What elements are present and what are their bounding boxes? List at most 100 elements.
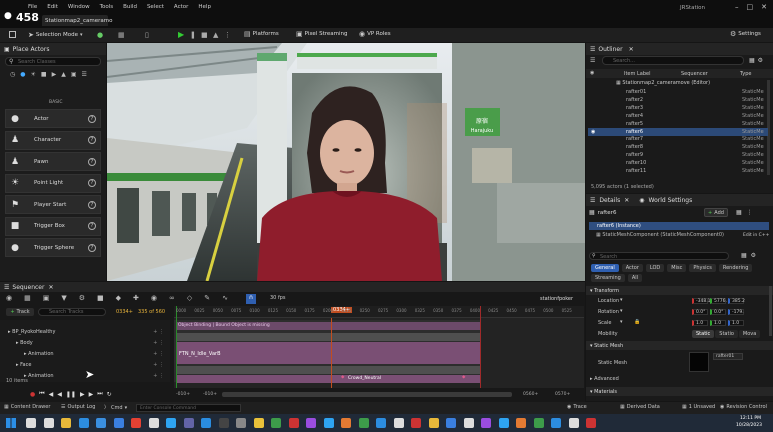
photoshop-icon[interactable] bbox=[166, 418, 176, 428]
app-icon[interactable] bbox=[341, 418, 351, 428]
all-classes-icon[interactable]: ☰ bbox=[81, 71, 86, 78]
close-icon[interactable]: ✕ bbox=[761, 3, 767, 11]
app-icon[interactable] bbox=[463, 418, 474, 428]
help-icon[interactable]: ? bbox=[88, 136, 96, 144]
play-options-icon[interactable]: ⋮ bbox=[224, 31, 231, 39]
settings-button[interactable]: ⚙ Settings bbox=[730, 30, 761, 38]
taskbar-date[interactable]: 10/28/2023 bbox=[736, 423, 762, 428]
outliner-root[interactable]: ▦ Stationmap2_cameramove (Editor) bbox=[616, 80, 710, 86]
edit-cpp-link[interactable]: Edit in C++ bbox=[743, 233, 769, 238]
track-search[interactable]: Search Tracks bbox=[38, 308, 106, 316]
menu-edit[interactable]: Edit bbox=[47, 4, 58, 10]
cinematics-icon[interactable]: ▯ bbox=[145, 31, 149, 39]
location-z-field[interactable]: 385.2 bbox=[728, 298, 745, 304]
search-icon[interactable] bbox=[26, 418, 36, 428]
materials-section-header[interactable]: ▾ Materials bbox=[586, 387, 773, 396]
record-icon[interactable]: ● bbox=[30, 391, 35, 398]
minimize-icon[interactable]: – bbox=[735, 3, 739, 11]
menu-build[interactable]: Build bbox=[123, 4, 137, 10]
range-end[interactable]: 0560+ bbox=[523, 392, 538, 397]
transform-section-header[interactable]: ▾ Transform bbox=[586, 286, 773, 295]
add-folder-icon[interactable]: ▦ bbox=[749, 57, 755, 64]
advanced-row[interactable]: ▸ Advanced bbox=[590, 376, 619, 382]
lights-icon[interactable]: ☀ bbox=[31, 71, 36, 78]
track-options-icon[interactable]: + ⋮ bbox=[153, 362, 164, 368]
next-key-icon[interactable]: ▶ bbox=[89, 391, 94, 398]
app-icon[interactable] bbox=[551, 418, 561, 428]
unreal-icon[interactable] bbox=[148, 418, 159, 428]
close-details-icon[interactable]: ✕ bbox=[624, 197, 629, 204]
details-tab[interactable]: Details bbox=[599, 197, 620, 204]
instance-row[interactable]: rafter6 (Instance) bbox=[589, 222, 769, 230]
tab-streaming[interactable]: Streaming bbox=[591, 274, 625, 282]
unsaved-button[interactable]: ▦ 1 Unsaved bbox=[682, 404, 715, 410]
help-icon[interactable]: ? bbox=[88, 243, 96, 252]
app-icon[interactable] bbox=[446, 418, 456, 428]
tab-rendering[interactable]: Rendering bbox=[718, 264, 753, 272]
app-icon[interactable] bbox=[533, 418, 544, 428]
static-mesh-section-header[interactable]: ▾ Static Mesh bbox=[586, 341, 773, 350]
stop-icon[interactable]: ■ bbox=[201, 31, 208, 39]
tab-lod[interactable]: LOD bbox=[645, 264, 665, 272]
timeline-scrollbar[interactable] bbox=[222, 392, 512, 397]
outliner-row[interactable]: rafter11 StaticMe bbox=[588, 167, 768, 175]
sequencer-track-row[interactable]: ▸ Animation + ⋮ bbox=[24, 373, 168, 379]
close-outliner-icon[interactable]: ✕ bbox=[629, 46, 634, 53]
settings-icon[interactable] bbox=[236, 418, 246, 428]
chevron-down-icon[interactable]: ▾ bbox=[620, 297, 623, 303]
basic-icon[interactable]: ● bbox=[20, 71, 25, 78]
place-actor-item-point-light[interactable]: ☀ Point Light? bbox=[5, 173, 101, 193]
current-frame[interactable]: 0334+ bbox=[116, 309, 133, 315]
tab-general[interactable]: General bbox=[591, 264, 619, 272]
jump-start-icon[interactable]: ⏮ bbox=[39, 390, 44, 398]
outliner-row[interactable]: ◉ rafter6 StaticMe bbox=[588, 127, 768, 136]
location-x-field[interactable]: -348.1 bbox=[692, 298, 711, 304]
add-component-button[interactable]: + Add bbox=[704, 208, 728, 217]
settings-sequence-icon[interactable]: ⚙ bbox=[79, 294, 85, 302]
range-start[interactable]: -010+ bbox=[176, 392, 190, 397]
platforms-button[interactable]: ▤ Platforms bbox=[244, 30, 279, 38]
help-icon[interactable]: ? bbox=[88, 200, 96, 209]
transform-tool-icon[interactable]: ✚ bbox=[133, 294, 139, 302]
filter-icon[interactable]: ▼ bbox=[61, 294, 66, 302]
close-sequencer-icon[interactable]: ✕ bbox=[48, 284, 53, 291]
add-content-icon[interactable]: ● bbox=[97, 31, 103, 39]
curve-icon[interactable]: ∿ bbox=[222, 294, 228, 302]
world-settings-tab[interactable]: World Settings bbox=[648, 197, 692, 204]
range-end-2[interactable]: 0570+ bbox=[555, 392, 570, 397]
tab-physics[interactable]: Physics bbox=[689, 264, 716, 272]
menu-actor[interactable]: Actor bbox=[174, 4, 188, 10]
play-reverse-icon[interactable]: ◀ bbox=[57, 391, 62, 398]
outliner-filter-icon[interactable]: ☰ bbox=[590, 57, 595, 64]
mesh-thumbnail[interactable] bbox=[689, 352, 709, 372]
track-options-icon[interactable]: + ⋮ bbox=[153, 329, 164, 335]
chevron-down-icon[interactable]: ▾ bbox=[620, 319, 623, 325]
trace-button[interactable]: ◉ Trace bbox=[567, 404, 587, 410]
place-actor-item-actor[interactable]: ● Actor? bbox=[5, 109, 101, 128]
output-log-button[interactable]: ☰ Output Log bbox=[61, 404, 95, 410]
help-icon[interactable]: ? bbox=[88, 179, 96, 187]
tab-actor[interactable]: Actor bbox=[621, 264, 643, 272]
eject-icon[interactable]: ▲ bbox=[213, 31, 218, 39]
menu-file[interactable]: File bbox=[28, 4, 37, 10]
col-item-label[interactable]: Item Label bbox=[624, 71, 650, 77]
help-icon[interactable]: ? bbox=[88, 157, 96, 166]
track-options-icon[interactable]: + ⋮ bbox=[153, 340, 164, 346]
app-icon[interactable] bbox=[323, 418, 334, 428]
render-icon[interactable]: ▣ bbox=[43, 294, 50, 302]
step-icon[interactable]: ❚ bbox=[190, 31, 196, 39]
rotation-z-field[interactable]: -179. bbox=[728, 309, 744, 315]
link-icon[interactable]: ∞ bbox=[169, 294, 175, 302]
app-icon[interactable] bbox=[271, 418, 281, 428]
cmd-button[interactable]: 〉 Cmd ▾ bbox=[104, 404, 127, 412]
lock-icon[interactable]: 🔒 bbox=[634, 319, 640, 325]
scale-y-field[interactable]: 1.0 bbox=[710, 320, 726, 326]
menu-help[interactable]: Help bbox=[198, 4, 211, 10]
col-type[interactable]: Type bbox=[740, 71, 751, 77]
app-icon[interactable] bbox=[288, 418, 299, 428]
outliner-settings-icon[interactable]: ⚙ bbox=[758, 57, 763, 64]
console-input[interactable]: Enter Console Command bbox=[136, 404, 241, 412]
app-icon[interactable] bbox=[586, 418, 596, 428]
mobility-static[interactable]: Static bbox=[692, 330, 715, 338]
track-options-icon[interactable]: + ⋮ bbox=[153, 373, 164, 379]
